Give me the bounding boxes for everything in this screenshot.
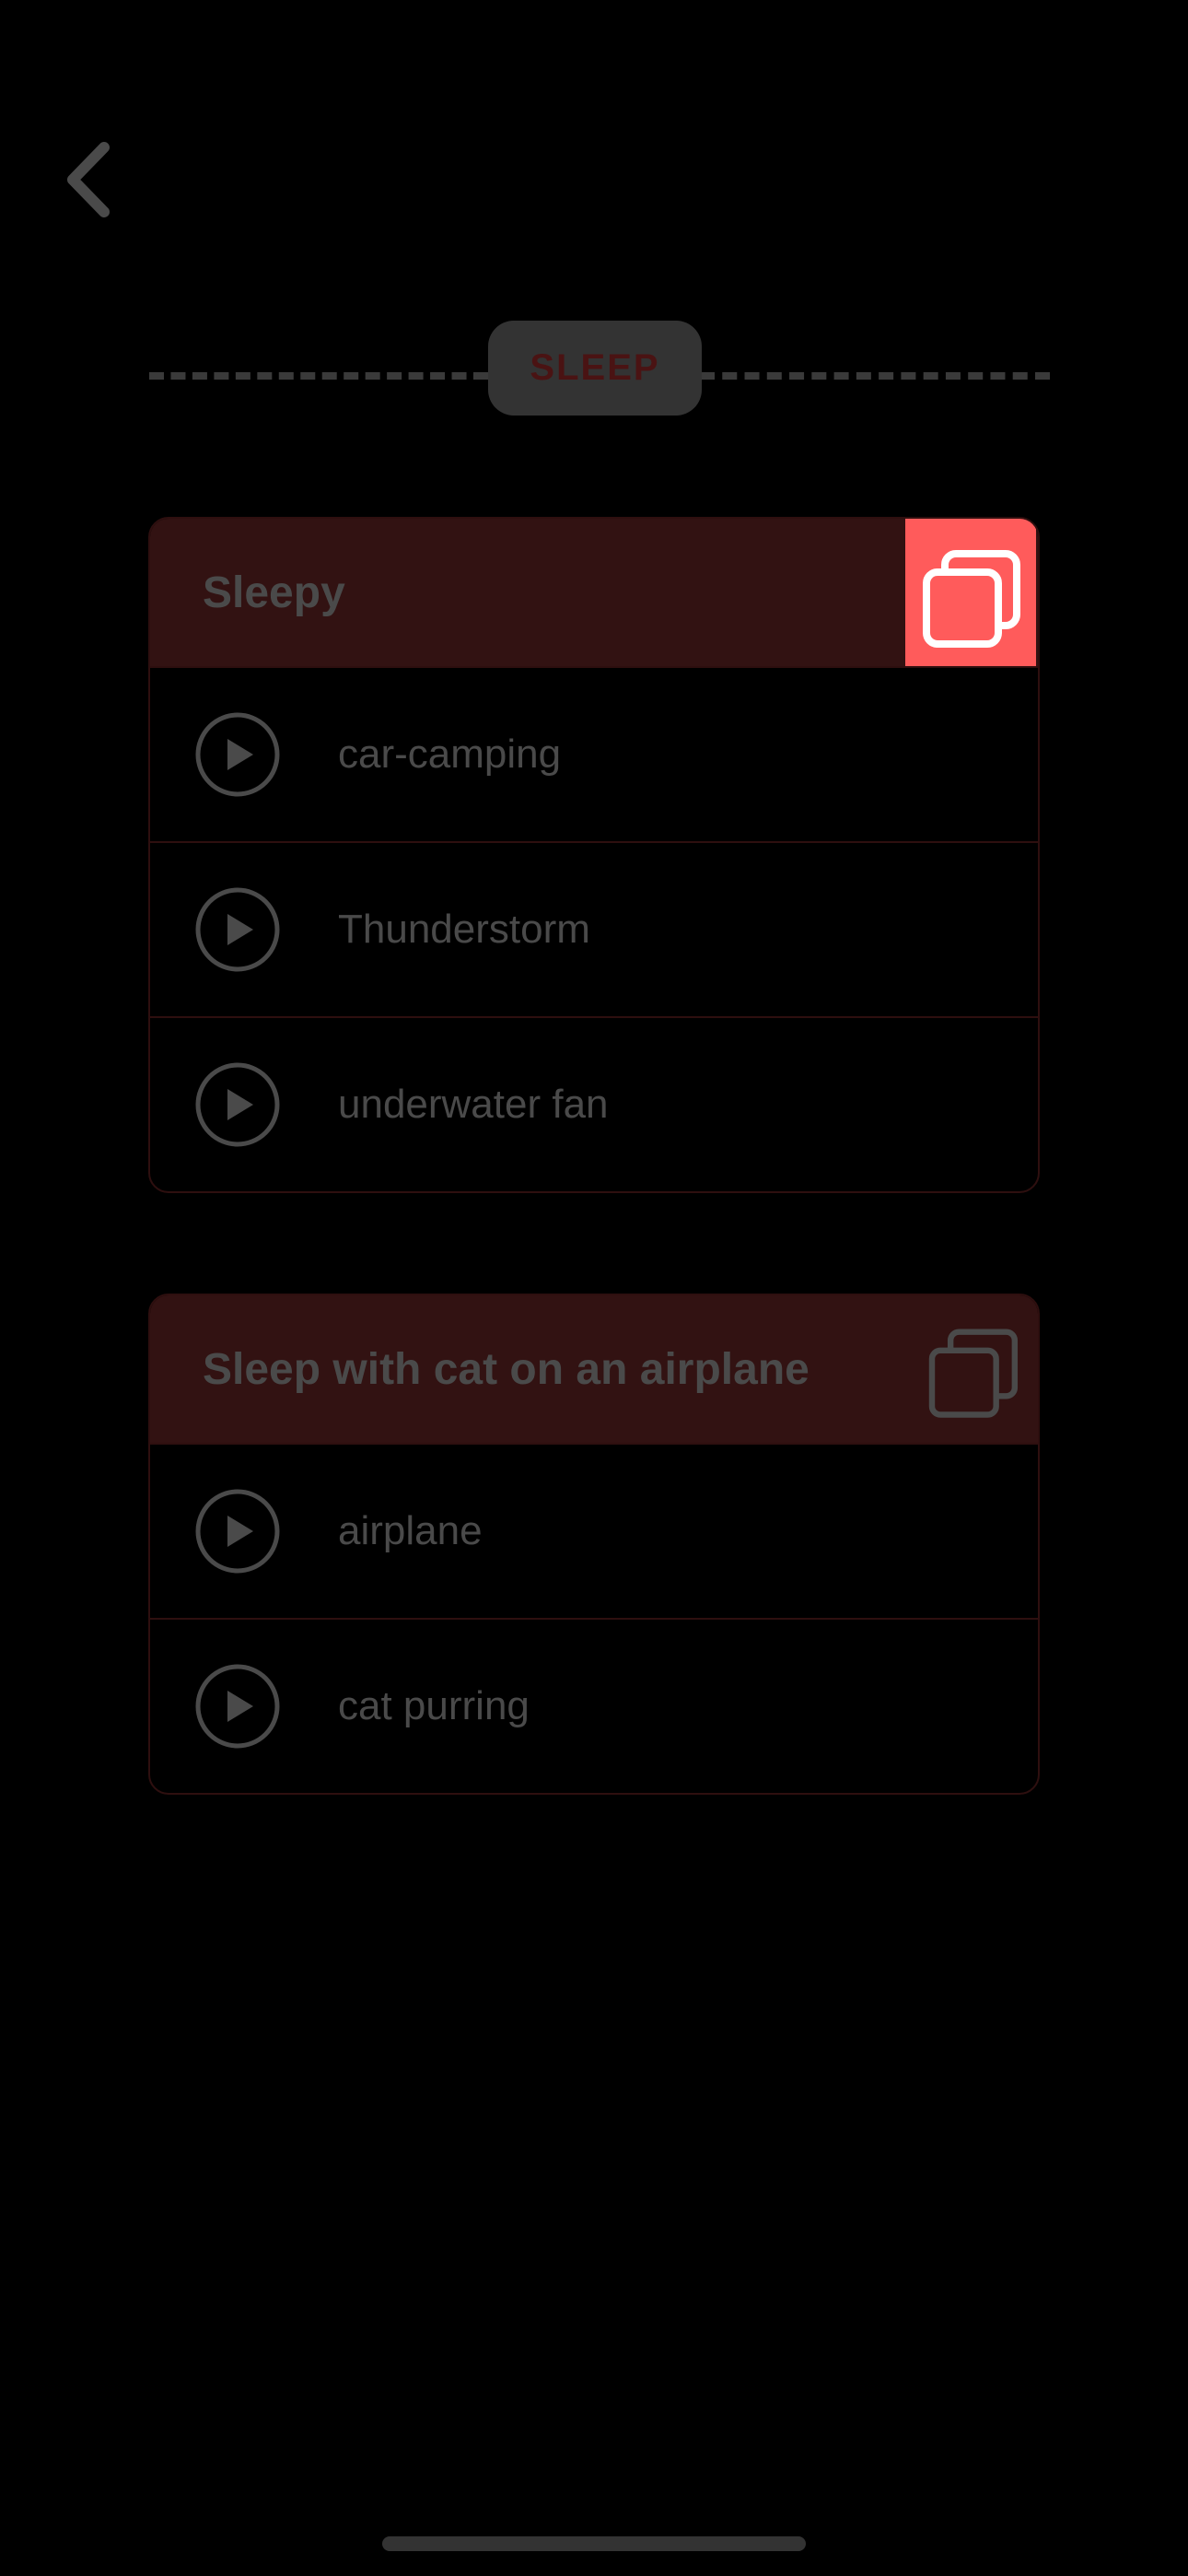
play-icon[interactable] [194,1061,281,1148]
home-indicator [382,2536,806,2551]
divider-line-left [149,372,488,380]
copy-icon [928,1329,1019,1418]
copy-icon [923,550,1020,648]
play-icon[interactable] [194,1663,281,1750]
sound-row[interactable]: airplane [150,1443,1038,1618]
sound-label: underwater fan [338,1082,609,1127]
sound-row[interactable]: underwater fan [150,1016,1038,1191]
mix-card-header: Sleep with cat on an airplane [150,1295,1038,1443]
sound-label: airplane [338,1508,483,1553]
copy-mix-button[interactable] [907,1295,1038,1443]
mix-card-header: Sleepy [150,519,1038,666]
section-label: SLEEP [488,321,702,416]
copy-mix-button[interactable] [905,519,1036,666]
sound-label: cat purring [338,1683,530,1728]
section-divider: SLEEP [149,321,1050,427]
sound-label: Thunderstorm [338,907,590,952]
back-button[interactable] [46,129,129,230]
screen: SLEEP Sleepy car-camping Thunderstorm un… [0,0,1188,2576]
play-icon[interactable] [194,711,281,798]
mix-card-cat-airplane: Sleep with cat on an airplane airplane c… [148,1294,1040,1795]
mix-card-sleepy: Sleepy car-camping Thunderstorm underwat… [148,517,1040,1193]
sound-row[interactable]: cat purring [150,1618,1038,1793]
sound-label: car-camping [338,732,562,777]
divider-line-right [700,372,1050,380]
chevron-left-icon [67,142,110,217]
play-icon[interactable] [194,1488,281,1575]
mix-title: Sleep with cat on an airplane [203,1344,809,1394]
mix-title: Sleepy [203,568,345,617]
play-icon[interactable] [194,886,281,973]
sound-row[interactable]: Thunderstorm [150,841,1038,1016]
sound-row[interactable]: car-camping [150,666,1038,841]
